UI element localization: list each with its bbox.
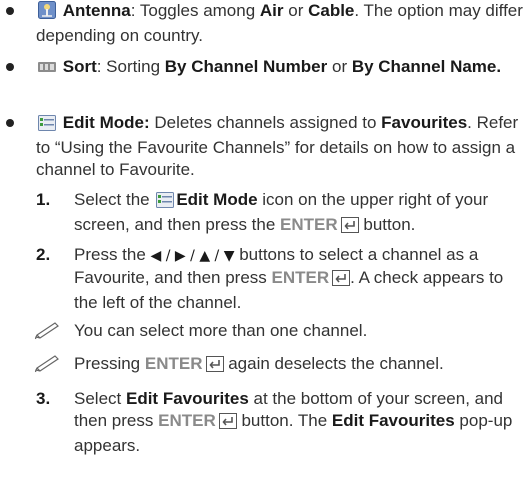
note-text: Pressing [74,354,145,373]
bullet [6,7,14,15]
note-pencil-icon [34,322,60,346]
enter-key-icon [218,413,237,435]
note-text: You can select more than one channel. [74,321,368,340]
favourites-label: Favourites [381,113,468,132]
enter-key-icon [205,356,224,378]
sort-text: : Sorting [96,57,165,76]
antenna-title: Antenna [62,1,131,20]
edit-mode-title: Edit Mode: [62,113,150,132]
step-2: 2. Press the ◀ / ▶ / ▲ / ▼ buttons to se… [0,244,532,312]
edit-mode-text: Deletes channels assigned to [149,113,382,132]
sort-text: or [327,57,352,76]
note-pencil-icon [34,355,60,379]
bullet [6,63,14,71]
edit-mode-icon [156,192,175,214]
air-option: Air [259,1,284,20]
edit-mode-label: Edit Mode [176,190,258,209]
antenna-item: Antenna: Toggles among Air or Cable. The… [0,0,532,50]
sort-title: Sort [62,57,97,76]
step-text: button. The [236,411,332,430]
sort-item: Sort: Sorting By Channel Number or By Ch… [0,56,532,102]
enter-key-icon [340,217,359,239]
antenna-text: or [283,1,309,20]
sort-by-name: By Channel Name. [351,57,502,76]
edit-mode-icon [38,115,56,137]
enter-label: ENTER [280,215,338,234]
enter-label: ENTER [271,268,330,287]
step-1: 1. Select the Edit Mode icon on the uppe… [0,189,532,235]
arrow-buttons-icon: ◀ / ▶ / ▲ / ▼ [150,248,235,264]
step-text: Press the [74,245,151,264]
step-3: 3. Select Edit Favourites at the bottom … [0,388,532,456]
step-number: 1. [36,190,51,209]
sort-by-number: By Channel Number [164,57,328,76]
enter-label: ENTER [158,411,216,430]
bullet [6,119,14,127]
note-1: You can select more than one channel. [0,320,532,344]
edit-favourites-label: Edit Favourites [125,389,249,408]
note-2: Pressing ENTER again deselects the chann… [0,353,532,377]
edit-favourites-label: Edit Favourites [331,411,455,430]
sort-icon [38,59,56,81]
note-text: again deselects the channel. [223,354,444,373]
step-number: 2. [36,245,51,264]
enter-key-icon [332,270,351,292]
cable-option: Cable [308,1,355,20]
step-text: button. [358,215,416,234]
enter-label: ENTER [144,354,203,373]
edit-mode-item: Edit Mode: Deletes channels assigned to … [0,112,532,180]
step-number: 3. [36,389,51,408]
step-text: Select the [74,190,155,209]
step-text: Select [74,389,126,408]
antenna-icon [38,1,56,25]
antenna-text: : Toggles among [130,1,260,20]
